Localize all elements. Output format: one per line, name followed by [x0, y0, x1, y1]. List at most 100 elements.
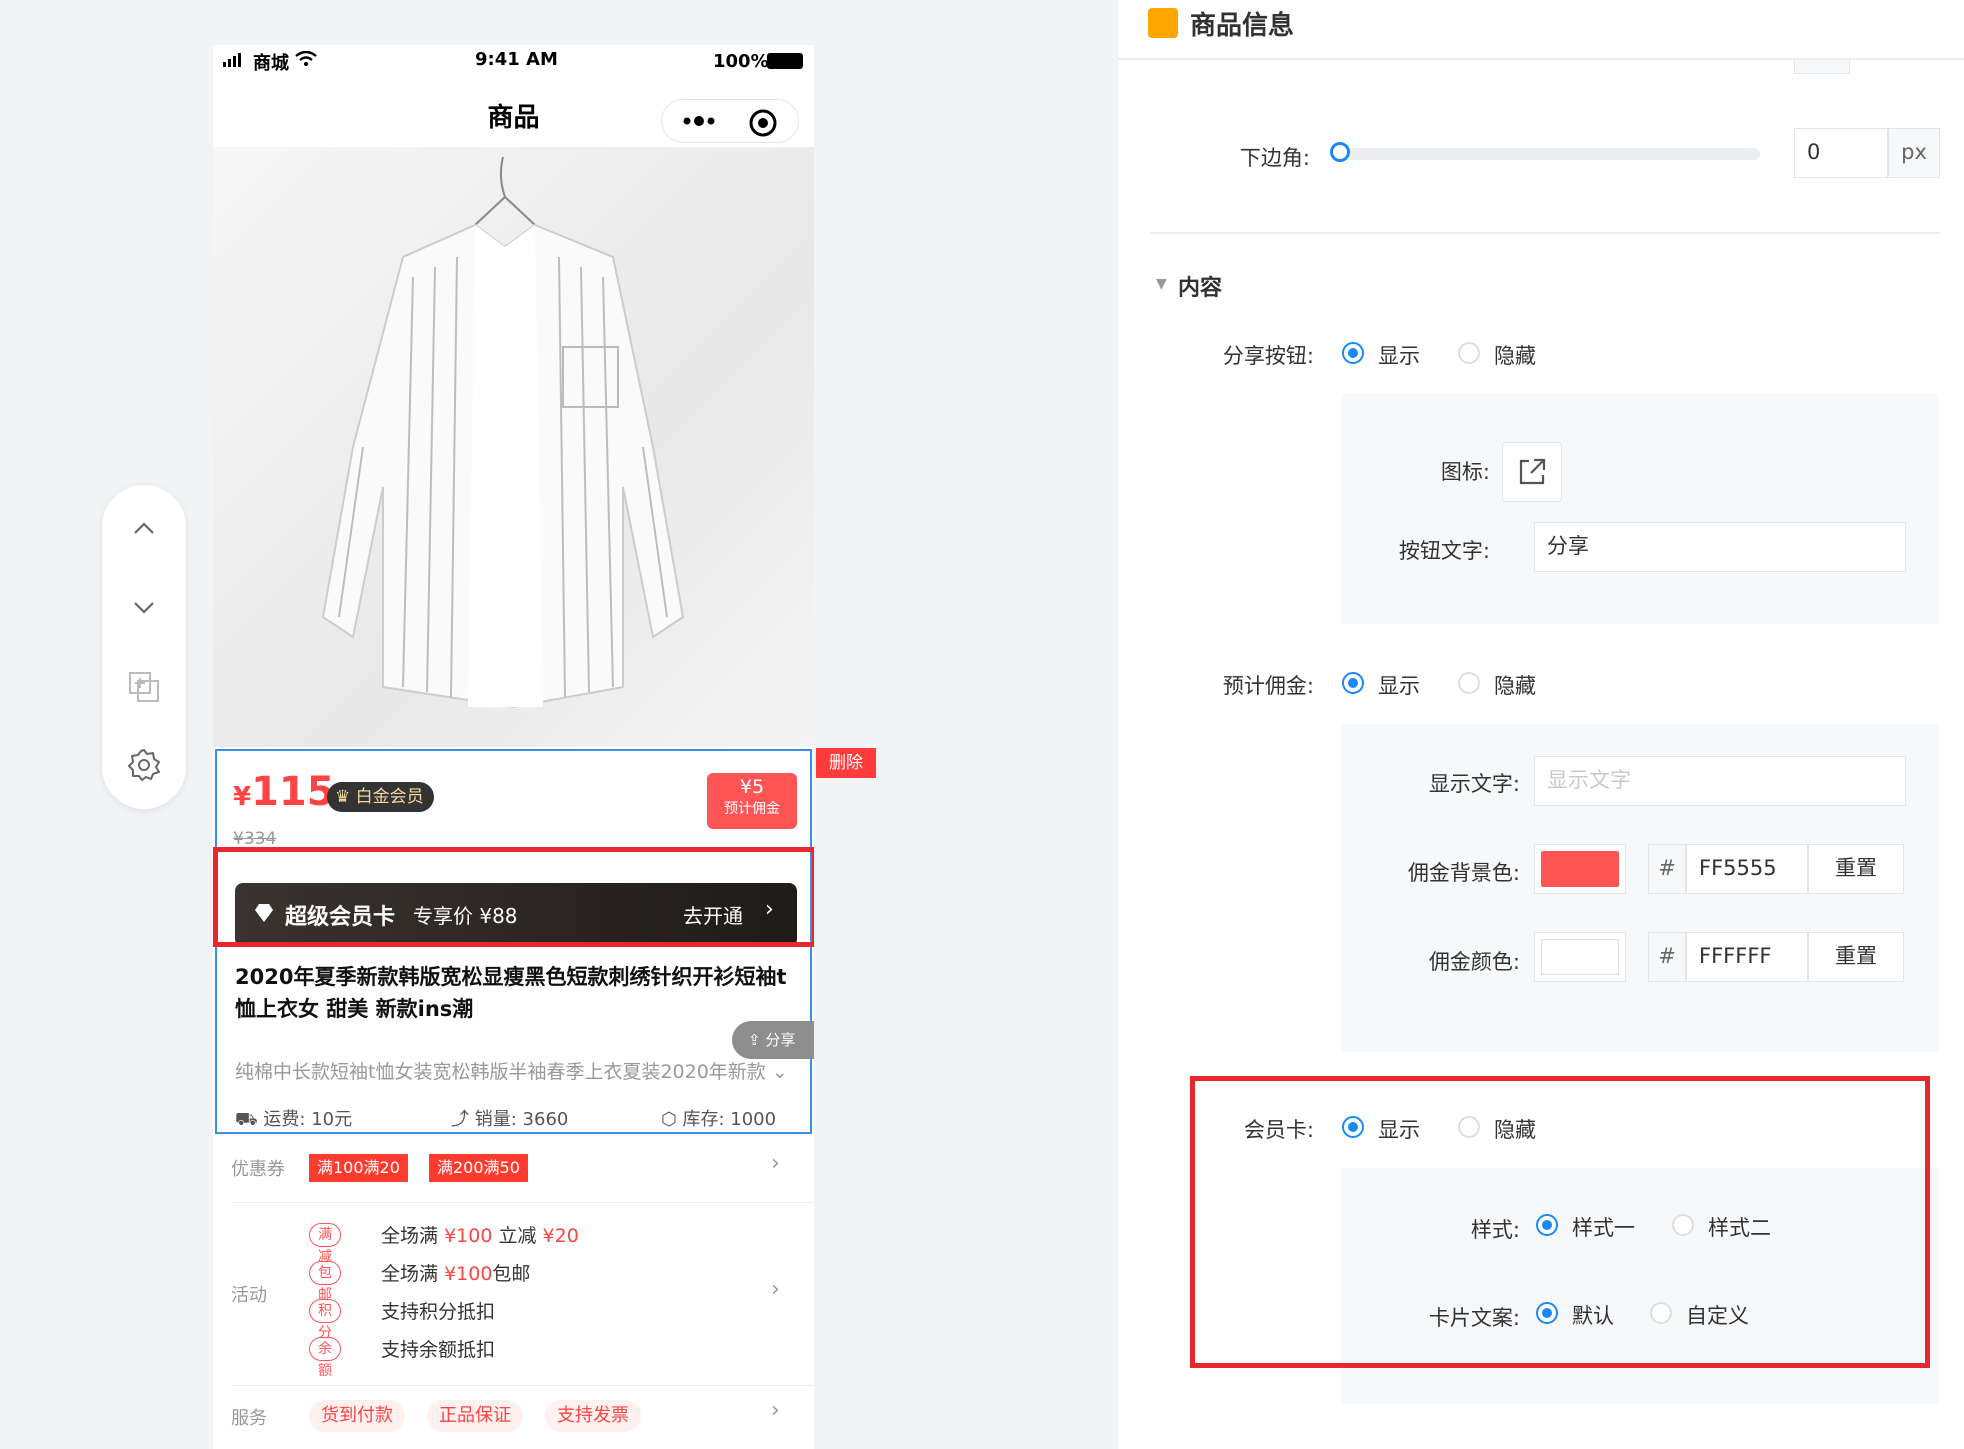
share-label: 分享 — [765, 1031, 796, 1049]
commission-hide-radio[interactable] — [1458, 672, 1480, 694]
share-show-label[interactable]: 显示 — [1378, 340, 1420, 370]
activity-text: 支持积分抵扣 — [381, 1301, 496, 1323]
chevron-down-icon[interactable]: ⌄ — [772, 1061, 788, 1083]
service-row[interactable]: 服务 货到付款 正品保证 支持发票 › — [231, 1385, 814, 1449]
stock-label: 库存: — [682, 1109, 725, 1130]
chevron-right-icon: › — [771, 1151, 780, 1176]
commission-value: ¥5 — [739, 776, 765, 798]
vip-level-badge: ♛ 白金会员 — [327, 782, 434, 812]
original-price: ¥334 — [233, 829, 277, 849]
activity-tag: 包邮 — [309, 1261, 341, 1303]
activity-tag: 余额 — [309, 1337, 341, 1379]
activity-tag: 满减 — [309, 1223, 341, 1265]
coupon-tag[interactable]: 满100满20 — [309, 1154, 408, 1182]
slider-handle[interactable] — [1330, 142, 1350, 162]
display-text-label: 显示文字: — [1428, 772, 1520, 796]
vip-level-label: 白金会员 — [355, 787, 424, 807]
coupon-label: 优惠券 — [231, 1159, 285, 1180]
carrier-label: 商城 — [253, 53, 289, 74]
chart-icon: ⤴ — [451, 1109, 469, 1130]
share-button[interactable]: ⇪ 分享 — [732, 1021, 814, 1059]
share-icon-picker[interactable] — [1502, 442, 1562, 502]
bottom-corner-slider[interactable] — [1340, 148, 1760, 160]
shopping-bag-icon — [1148, 8, 1178, 38]
activity-text-a: 全场满 — [381, 1263, 439, 1285]
settings-button[interactable] — [102, 735, 186, 795]
share-show-radio[interactable] — [1342, 342, 1364, 364]
commission-color-swatch[interactable] — [1534, 932, 1626, 982]
activity-text: 支持余额抵扣 — [381, 1339, 496, 1361]
activity-tag: 积分 — [309, 1299, 341, 1341]
commission-bg-hex-input[interactable]: FF5555 — [1686, 844, 1808, 894]
close-target-icon[interactable] — [748, 108, 778, 142]
product-subtitle: 纯棉中长款短袖t恤女装宽松韩版半袖春季上衣夏装2020年新款 ⌄ — [235, 1057, 795, 1084]
activity-row[interactable]: 活动 满减 全场满 ¥100 立减 ¥20 包邮 全场满 ¥100包邮 积分 支… — [231, 1202, 814, 1384]
bottom-corner-input[interactable]: 0 — [1794, 128, 1888, 178]
activity-price-a: ¥100 — [444, 1263, 493, 1285]
hash-label: # — [1648, 932, 1686, 982]
activity-text-a: 全场满 — [381, 1225, 439, 1247]
chevron-up-icon — [134, 522, 154, 534]
wifi-icon — [295, 50, 317, 72]
unit-label: px — [1888, 128, 1940, 178]
chevron-down-icon — [134, 602, 154, 614]
external-link-icon — [1519, 458, 1546, 485]
stock-value: 1000 — [730, 1109, 777, 1130]
shipping-info: ⛟ 运费: 10元 — [235, 1105, 352, 1133]
activity-text: 全场满 ¥100 立减 ¥20 — [381, 1221, 579, 1248]
mini-program-capsule[interactable] — [661, 99, 799, 143]
activity-text-b: 立减 — [498, 1225, 537, 1247]
crown-icon: ♛ — [335, 787, 351, 807]
product-title: 2020年夏季新款韩版宽松显瘦黑色短款刺绣针织开衫短袖t恤上衣女 甜美 新款in… — [235, 965, 787, 1021]
copy-button[interactable] — [102, 657, 186, 717]
status-time: 9:41 AM — [475, 49, 558, 70]
product-subtitle-text: 纯棉中长款短袖t恤女装宽松韩版半袖春季上衣夏装2020年新款 — [235, 1061, 766, 1083]
commission-show-label[interactable]: 显示 — [1378, 670, 1420, 700]
activity-text: 全场满 ¥100包邮 — [381, 1259, 530, 1286]
gear-icon — [128, 749, 160, 781]
commission-show-radio[interactable] — [1342, 672, 1364, 694]
stock-info: ⬡ 库存: 1000 — [661, 1105, 776, 1131]
signal-icon — [223, 51, 245, 72]
component-toolbar — [102, 485, 186, 809]
more-icon[interactable] — [682, 112, 716, 134]
commission-color-reset-button[interactable]: 重置 — [1808, 932, 1904, 982]
service-label: 服务 — [231, 1408, 267, 1429]
move-down-button[interactable] — [102, 577, 186, 637]
service-tag: 正品保证 — [427, 1400, 523, 1432]
move-up-button[interactable] — [102, 499, 186, 559]
copy-icon — [129, 672, 159, 702]
divider — [1150, 232, 1940, 234]
sale-price: 115 — [251, 769, 335, 815]
activity-price-b: ¥20 — [542, 1225, 579, 1247]
service-tag: 货到付款 — [309, 1400, 405, 1432]
display-text-input[interactable]: 显示文字 — [1534, 756, 1906, 806]
coupon-tag[interactable]: 满200满50 — [429, 1154, 528, 1182]
share-hide-radio[interactable] — [1458, 342, 1480, 364]
truck-icon: ⛟ — [235, 1109, 258, 1130]
chevron-right-icon: › — [771, 1277, 780, 1302]
panel-title: 商品信息 — [1190, 11, 1295, 41]
commission-color-hex-input[interactable]: FFFFFF — [1686, 932, 1808, 982]
price-currency: ¥ — [233, 782, 252, 812]
coupon-row[interactable]: 优惠券 满100满20 满200满50 › — [213, 1137, 814, 1197]
btn-text-input[interactable]: 分享 — [1534, 522, 1906, 572]
commission-label: 预计佣金 — [724, 801, 780, 817]
delete-button[interactable]: 删除 — [816, 748, 876, 778]
phone-preview: 商城 9:41 AM 100% 商品 ¥115 ♛ 白金会员 ¥334 ¥5 预… — [213, 45, 814, 1449]
commission-hide-label[interactable]: 隐藏 — [1494, 670, 1536, 700]
sales-value: 3660 — [522, 1109, 569, 1130]
share-settings-box — [1342, 394, 1938, 624]
section-content-title: 内容 — [1178, 276, 1223, 301]
caret-down-icon[interactable]: ▼ — [1156, 276, 1167, 292]
prev-field-fragment — [1794, 60, 1850, 74]
share-hide-label[interactable]: 隐藏 — [1494, 340, 1536, 370]
price-group: ¥115 — [233, 769, 335, 815]
commission-color-label: 佣金颜色: — [1428, 950, 1520, 974]
commission-bg-reset-button[interactable]: 重置 — [1808, 844, 1904, 894]
share-btn-label: 分享按钮: — [1222, 344, 1314, 368]
battery-icon — [767, 53, 803, 69]
commission-bg-swatch[interactable] — [1534, 844, 1626, 894]
commission-setting-label: 预计佣金: — [1222, 674, 1314, 698]
product-image — [213, 147, 814, 747]
